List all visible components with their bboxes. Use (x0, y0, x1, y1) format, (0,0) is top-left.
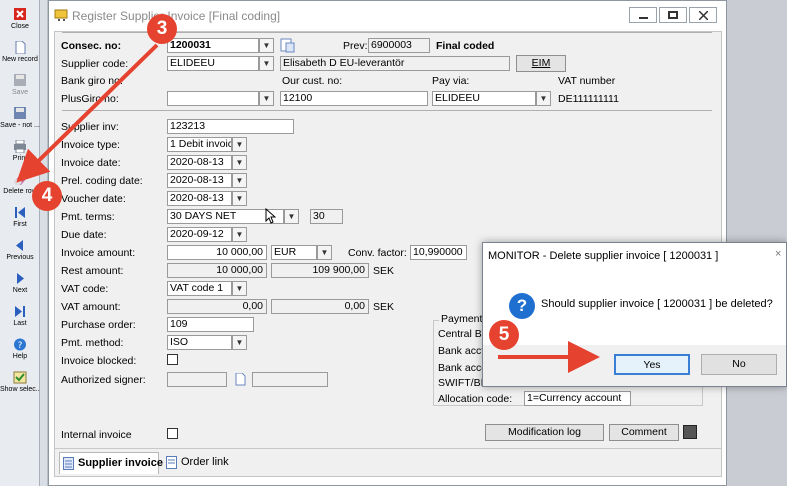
step-3-badge: 3 (147, 14, 177, 44)
annotation-arrows (16, 43, 600, 373)
step-4-badge: 4 (32, 181, 62, 211)
step-5-badge: 5 (489, 320, 519, 350)
arrow-to-delete-row (16, 43, 159, 183)
